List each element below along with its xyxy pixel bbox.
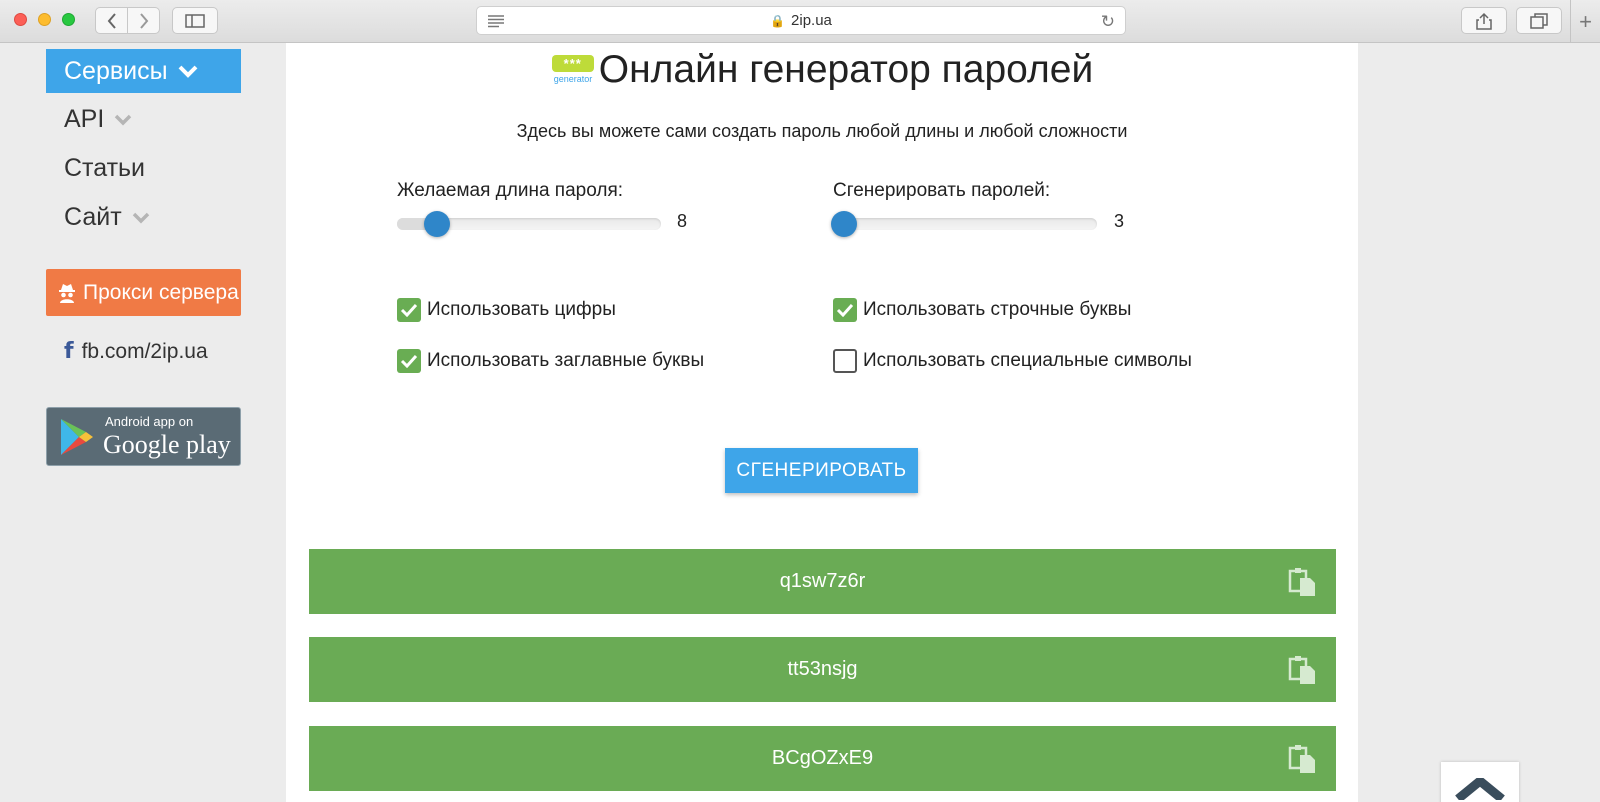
proxy-servers-button[interactable]: Прокси сервера <box>46 269 241 316</box>
copy-icon[interactable] <box>1288 744 1318 774</box>
new-tab-button[interactable]: + <box>1570 0 1600 43</box>
facebook-link-label: fb.com/2ip.ua <box>81 339 208 363</box>
reload-icon[interactable]: ↻ <box>1101 12 1115 32</box>
check-icon <box>400 354 418 368</box>
logo-text: generator <box>553 74 593 84</box>
option-uppercase[interactable]: Использовать заглавные буквы <box>397 349 704 373</box>
generator-logo: *** generator <box>551 53 595 87</box>
minimize-window-button[interactable] <box>38 13 51 26</box>
length-slider-label: Желаемая длина пароля: <box>397 180 624 201</box>
length-slider-thumb[interactable] <box>424 211 450 237</box>
forward-button[interactable] <box>128 8 159 33</box>
sidebar-item-label: Сервисы <box>64 56 168 85</box>
chevron-up-icon <box>1455 778 1505 800</box>
back-button[interactable] <box>96 8 128 33</box>
option-special-chars[interactable]: Использовать специальные символы <box>833 349 1192 373</box>
google-play-small-text: Android app on <box>105 414 194 429</box>
chevron-left-icon <box>107 12 116 29</box>
password-value[interactable]: BCgOZxE9 <box>772 747 873 770</box>
chevron-right-icon <box>139 12 148 29</box>
google-play-badge[interactable]: Android app on Google play <box>46 407 241 466</box>
page-title: Онлайн генератор паролей <box>598 48 1094 91</box>
length-slider[interactable] <box>397 211 661 237</box>
checkbox-unchecked[interactable] <box>833 349 857 373</box>
sidebar-item-services[interactable]: Сервисы <box>46 49 241 93</box>
option-digits[interactable]: Использовать цифры <box>397 298 616 322</box>
check-icon <box>836 303 854 317</box>
address-bar[interactable]: 🔒 2ip.ua ↻ <box>476 6 1126 35</box>
password-row[interactable]: tt53nsjg <box>309 637 1336 702</box>
chevron-down-icon <box>115 114 132 125</box>
logo-stars: *** <box>551 55 594 72</box>
option-label: Использовать строчные буквы <box>863 299 1132 320</box>
title-row: *** generator Онлайн генератор паролей <box>286 48 1358 91</box>
main-panel: *** generator Онлайн генератор паролей З… <box>286 43 1358 802</box>
sidebar-item-label: Сайт <box>64 203 122 231</box>
check-icon <box>400 303 418 317</box>
page-subtitle: Здесь вы можете сами создать пароль любо… <box>516 121 1128 141</box>
proxy-servers-label: Прокси сервера <box>83 280 239 304</box>
sidebar-toggle-button[interactable] <box>172 7 218 34</box>
close-window-button[interactable] <box>14 13 27 26</box>
generate-button[interactable]: СГЕНЕРИРОВАТЬ <box>725 448 918 493</box>
zoom-window-button[interactable] <box>62 13 75 26</box>
password-value[interactable]: tt53nsjg <box>787 658 857 681</box>
lock-icon: 🔒 <box>770 13 786 28</box>
facebook-icon: f <box>64 339 74 364</box>
google-play-icon <box>61 419 93 455</box>
tabs-overview-button[interactable] <box>1516 7 1562 34</box>
copy-icon[interactable] <box>1288 567 1318 597</box>
count-slider-label: Сгенерировать паролей: <box>833 180 1051 201</box>
history-nav <box>95 7 160 34</box>
address-url: 2ip.ua <box>791 12 832 29</box>
password-value[interactable]: q1sw7z6r <box>780 570 866 593</box>
count-slider-thumb[interactable] <box>831 211 857 237</box>
scroll-to-top-button[interactable] <box>1441 762 1519 802</box>
plus-icon: + <box>1579 8 1592 34</box>
chevron-down-icon <box>178 65 197 78</box>
tabs-icon <box>1530 12 1548 29</box>
sidebar-item-api[interactable]: API <box>64 105 132 134</box>
spy-icon <box>59 283 75 303</box>
sidebar-item-articles[interactable]: Статьи <box>64 154 145 183</box>
sidebar: Сервисы API Статьи Сайт Прокси сервера f… <box>0 43 286 802</box>
option-label: Использовать специальные символы <box>863 350 1192 371</box>
length-slider-value: 8 <box>677 211 688 231</box>
sidebar-icon <box>185 13 205 28</box>
copy-icon[interactable] <box>1288 655 1318 685</box>
checkbox-checked[interactable] <box>397 298 421 322</box>
checkbox-checked[interactable] <box>397 349 421 373</box>
option-label: Использовать заглавные буквы <box>427 350 705 371</box>
share-icon <box>1476 12 1492 30</box>
share-button[interactable] <box>1461 7 1507 34</box>
facebook-link[interactable]: f fb.com/2ip.ua <box>64 339 208 364</box>
option-label: Использовать цифры <box>427 299 616 320</box>
checkbox-checked[interactable] <box>833 298 857 322</box>
password-row[interactable]: q1sw7z6r <box>309 549 1336 614</box>
chevron-down-icon <box>132 212 149 223</box>
option-lowercase[interactable]: Использовать строчные буквы <box>833 298 1131 322</box>
count-slider[interactable] <box>831 211 1097 237</box>
password-row[interactable]: BCgOZxE9 <box>309 726 1336 791</box>
sidebar-item-site[interactable]: Сайт <box>64 203 150 232</box>
browser-toolbar: 🔒 2ip.ua ↻ + <box>0 0 1600 43</box>
count-slider-value: 3 <box>1114 211 1125 231</box>
sidebar-item-label: API <box>64 105 105 133</box>
sidebar-item-label: Статьи <box>64 154 146 182</box>
google-play-big-text: Google play <box>103 430 231 459</box>
reader-icon[interactable] <box>487 14 505 28</box>
